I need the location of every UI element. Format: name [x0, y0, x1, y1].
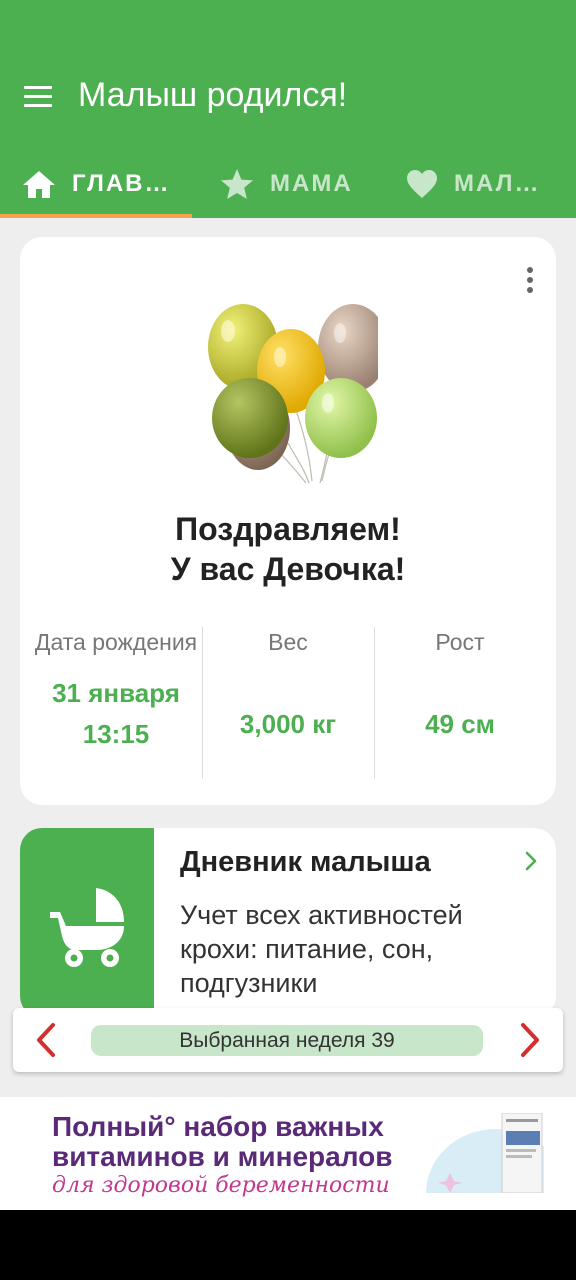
tab-bar: ГЛАВ… МАМА МАЛ… — [0, 150, 576, 218]
chevron-left-icon[interactable] — [31, 1022, 61, 1058]
more-vert-icon[interactable] — [524, 267, 536, 293]
tab-home-label: ГЛАВ… — [72, 170, 171, 197]
tab-mom[interactable]: МАМА — [220, 150, 353, 218]
baby-diary-card[interactable]: Дневник малыша Учет всех активностей кро… — [20, 828, 556, 1018]
diary-description: Учет всех активностей крохи: питание, со… — [180, 900, 463, 998]
stat-value: 3,000 кг — [239, 709, 337, 739]
ad-banner[interactable]: Полный° набор важных витаминов и минерал… — [0, 1097, 576, 1210]
system-navigation-bar — [0, 1210, 576, 1280]
active-tab-indicator — [0, 214, 192, 218]
diary-title: Дневник малыша — [180, 846, 431, 878]
congrats-line-1: Поздравляем! — [175, 511, 401, 547]
stat-label: Вес — [268, 629, 308, 655]
tab-baby[interactable]: МАЛ… — [406, 150, 540, 218]
birth-card: Поздравляем! У вас Девочка! Дата рождени… — [20, 237, 556, 805]
stat-weight: Вес 3,000 кг — [202, 627, 374, 779]
tab-mom-label: МАМА — [270, 170, 353, 197]
week-selector: Выбранная неделя 39 — [13, 1008, 563, 1072]
app-bar: Малыш родился! ГЛАВ… МАМА МАЛ… — [0, 0, 576, 218]
birth-stats: Дата рождения 31 января 13:15 Вес 3,000 … — [30, 627, 546, 779]
selected-week-label: Выбранная неделя 39 — [91, 1025, 483, 1056]
congrats-heading: Поздравляем! У вас Девочка! — [20, 509, 556, 589]
stat-label: Рост — [435, 629, 485, 655]
congrats-line-2: У вас Девочка! — [170, 551, 406, 587]
tab-home[interactable]: ГЛАВ… — [22, 150, 171, 218]
stat-value: 31 января 13:15 — [52, 678, 180, 749]
chevron-right-icon[interactable] — [515, 1022, 545, 1058]
chevron-right-icon — [525, 851, 537, 871]
stat-birth-date: Дата рождения 31 января 13:15 — [30, 627, 202, 779]
ad-line-3: для здоровой беременности — [52, 1173, 390, 1198]
stat-label: Дата рождения — [34, 629, 198, 655]
home-icon — [22, 169, 56, 199]
stat-height: Рост 49 см — [374, 627, 546, 779]
diary-icon-box — [20, 828, 154, 1018]
baby-stroller-icon — [50, 888, 124, 967]
stat-value: 49 см — [425, 709, 495, 739]
app-title: Малыш родился! — [78, 76, 348, 114]
hamburger-menu-icon[interactable] — [22, 82, 56, 112]
star-icon — [220, 168, 254, 200]
ad-line-2: витаминов и минералов — [52, 1141, 393, 1172]
ad-line-1: Полный° набор важных — [52, 1111, 384, 1142]
heart-icon — [406, 169, 438, 199]
balloons-illustration — [208, 304, 378, 484]
ad-product-image — [426, 1113, 544, 1193]
tab-baby-label: МАЛ… — [454, 170, 541, 197]
